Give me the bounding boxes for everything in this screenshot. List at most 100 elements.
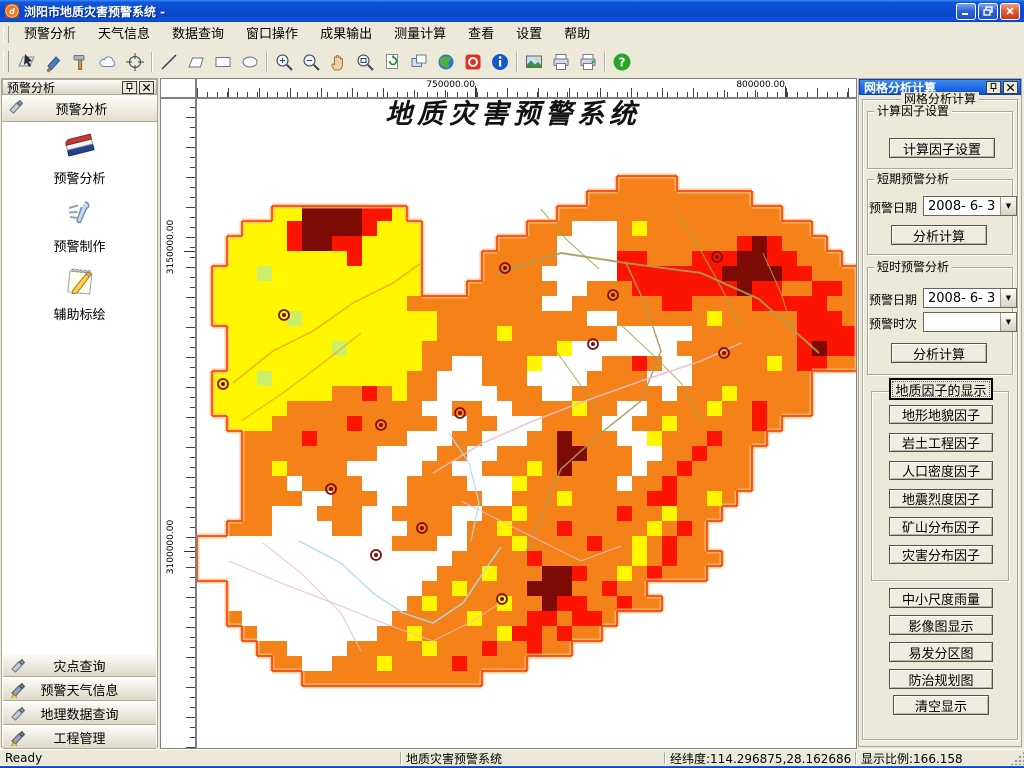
svg-text:d: d xyxy=(9,7,15,16)
population-factor-button[interactable]: 人口密度因子 xyxy=(889,461,993,480)
combo-value: 2008- 6- 3 xyxy=(928,290,996,306)
menu-item-窗口操作[interactable]: 窗口操作 xyxy=(235,22,309,47)
left-panel-section-header[interactable]: 预警分析 xyxy=(2,95,157,122)
chevron-down-icon[interactable]: ▼ xyxy=(1000,289,1016,307)
refresh-icon[interactable] xyxy=(378,48,405,75)
susceptibility-button[interactable]: 易发分区图 xyxy=(889,642,993,662)
menu-item-天气信息[interactable]: 天气信息 xyxy=(87,22,161,47)
globe-icon[interactable] xyxy=(432,48,459,75)
close-icon[interactable] xyxy=(1003,80,1018,94)
hazard-factor-button[interactable]: 灾害分布因子 xyxy=(889,545,993,564)
vertical-ruler: 3150000.00 3100000.00 xyxy=(160,98,196,749)
zoom-in-icon[interactable] xyxy=(270,48,297,75)
menu-item-设置[interactable]: 设置 xyxy=(505,22,553,47)
short-term-date-label: 预警日期 xyxy=(869,201,918,215)
short-time-date-combo[interactable]: 2008- 6- 3 ▼ xyxy=(923,288,1017,308)
short-time-times-label: 预警时次 xyxy=(869,317,918,331)
restore-button[interactable] xyxy=(978,2,998,20)
geology-factor-display-button[interactable]: 地质因子的显示 xyxy=(889,378,993,400)
hammer-icon[interactable] xyxy=(67,48,94,75)
left-panel-bar-预警天气信息[interactable]: 预警天气信息 xyxy=(3,678,156,701)
toolbar: ? xyxy=(0,47,1024,77)
chevron-down-icon[interactable]: ▼ xyxy=(1000,197,1016,215)
rect-tool-icon[interactable] xyxy=(209,48,236,75)
close-button[interactable] xyxy=(1000,2,1020,20)
minimize-button[interactable] xyxy=(956,2,976,20)
print-icon[interactable] xyxy=(547,48,574,75)
imagery-button[interactable]: 影像图显示 xyxy=(889,615,993,635)
trowel-icon xyxy=(10,658,26,677)
stop-icon[interactable] xyxy=(459,48,486,75)
pin-icon[interactable] xyxy=(122,80,137,94)
pan-icon[interactable] xyxy=(324,48,351,75)
menu-grip[interactable] xyxy=(3,25,9,44)
select-map-icon[interactable] xyxy=(13,48,40,75)
image-display-icon[interactable] xyxy=(520,48,547,75)
seismic-factor-button[interactable]: 地震烈度因子 xyxy=(889,489,993,508)
toolbar-grip[interactable] xyxy=(3,51,9,72)
window-title: 浏阳市地质灾害预警系统 - xyxy=(24,4,166,19)
menu-item-预警分析[interactable]: 预警分析 xyxy=(13,22,87,47)
polygon-tool-icon[interactable] xyxy=(182,48,209,75)
map-canvas[interactable]: 地质灾害预警系统 xyxy=(196,98,857,749)
horizontal-ruler: 750000.00 800000.00 xyxy=(196,78,857,98)
ruler-label: 3100000.00 xyxy=(166,512,176,582)
left-panel-item-辅助标绘[interactable]: 辅助标绘 xyxy=(2,263,157,323)
ruler-label: 800000.00 xyxy=(724,80,786,90)
prevention-plan-button[interactable]: 防治规划图 xyxy=(889,669,993,689)
info-icon[interactable] xyxy=(486,48,513,75)
calc-factor-settings-button[interactable]: 计算因子设置 xyxy=(889,138,995,158)
line-tool-icon[interactable] xyxy=(155,48,182,75)
edit-brush-icon[interactable] xyxy=(40,48,67,75)
clear-display-button[interactable]: 清空显示 xyxy=(893,695,989,715)
geotech-factor-button[interactable]: 岩土工程因子 xyxy=(889,433,993,452)
menu-item-测量计算[interactable]: 测量计算 xyxy=(383,22,457,47)
map-area: 750000.00 800000.00 3150000.00 3100000.0… xyxy=(160,76,857,749)
left-panel-bar-灾点查询[interactable]: 灾点查询 xyxy=(3,654,156,677)
app-icon: d xyxy=(4,3,20,19)
cloud-icon[interactable] xyxy=(94,48,121,75)
left-panel-bar-工程管理[interactable]: 工程管理 xyxy=(3,726,156,749)
resize-grip[interactable] xyxy=(1010,751,1024,765)
annotate-icon xyxy=(66,268,92,295)
left-panel-bar-地理数据查询[interactable]: 地理数据查询 xyxy=(3,702,156,725)
menu-item-帮助[interactable]: 帮助 xyxy=(553,22,601,47)
brush-tool-icon xyxy=(10,730,26,749)
locate-icon[interactable] xyxy=(121,48,148,75)
zoom-extent-icon[interactable] xyxy=(351,48,378,75)
left-panel-titlebar: 预警分析 xyxy=(2,79,157,95)
menu-item-查看[interactable]: 查看 xyxy=(457,22,505,47)
short-term-analyze-button[interactable]: 分析计算 xyxy=(891,225,987,245)
print-setup-icon[interactable] xyxy=(574,48,601,75)
terrain-factor-button[interactable]: 地形地貌因子 xyxy=(889,405,993,424)
ellipse-tool-icon[interactable] xyxy=(236,48,263,75)
short-time-times-combo[interactable]: ▼ xyxy=(923,312,1017,332)
warning-make-icon xyxy=(68,201,89,224)
mine-factor-button[interactable]: 矿山分布因子 xyxy=(889,517,993,536)
short-term-label: 短期预警分析 xyxy=(874,172,953,186)
menu-bar: 预警分析 天气信息 数据查询 窗口操作 成果输出 测量计算 查看 设置 帮助 xyxy=(0,22,1024,47)
zoom-out-icon[interactable] xyxy=(297,48,324,75)
menu-item-数据查询[interactable]: 数据查询 xyxy=(161,22,235,47)
chevron-down-icon[interactable]: ▼ xyxy=(1000,313,1016,331)
short-term-date-combo[interactable]: 2008- 6- 3 ▼ xyxy=(923,196,1017,216)
right-panel: 网格分析计算 网格分析计算 计算因子设置 计算因子设置 短期预警分析 预警日期 … xyxy=(858,78,1022,747)
status-bar: Ready 地质灾害预警系统 经纬度:114.296875,28.162686 … xyxy=(0,749,1024,766)
rainfall-button[interactable]: 中小尺度雨量 xyxy=(889,588,993,608)
short-time-label: 短时预警分析 xyxy=(874,260,953,274)
left-panel: 预警分析 预警分析 预警分析预警制作辅助标绘 灾点查询 预警天气信息 地理数据查询工… xyxy=(1,78,158,749)
layers-icon[interactable] xyxy=(405,48,432,75)
short-time-analyze-button[interactable]: 分析计算 xyxy=(891,343,987,363)
pin-icon[interactable] xyxy=(986,80,1001,94)
status-ready: Ready xyxy=(5,751,43,765)
left-panel-title: 预警分析 xyxy=(7,80,56,95)
window-titlebar: d 浏阳市地质灾害预警系统 - xyxy=(0,0,1024,22)
warning-map[interactable]: 地质灾害预警系统 xyxy=(197,99,857,748)
menu-item-成果输出[interactable]: 成果输出 xyxy=(309,22,383,47)
help-icon[interactable]: ? xyxy=(608,48,635,75)
toolbar-separator xyxy=(266,51,267,72)
left-panel-item-预警分析[interactable]: 预警分析 xyxy=(2,127,157,187)
warning-book-icon xyxy=(65,133,95,157)
close-icon[interactable] xyxy=(139,80,154,94)
left-panel-item-预警制作[interactable]: 预警制作 xyxy=(2,195,157,255)
